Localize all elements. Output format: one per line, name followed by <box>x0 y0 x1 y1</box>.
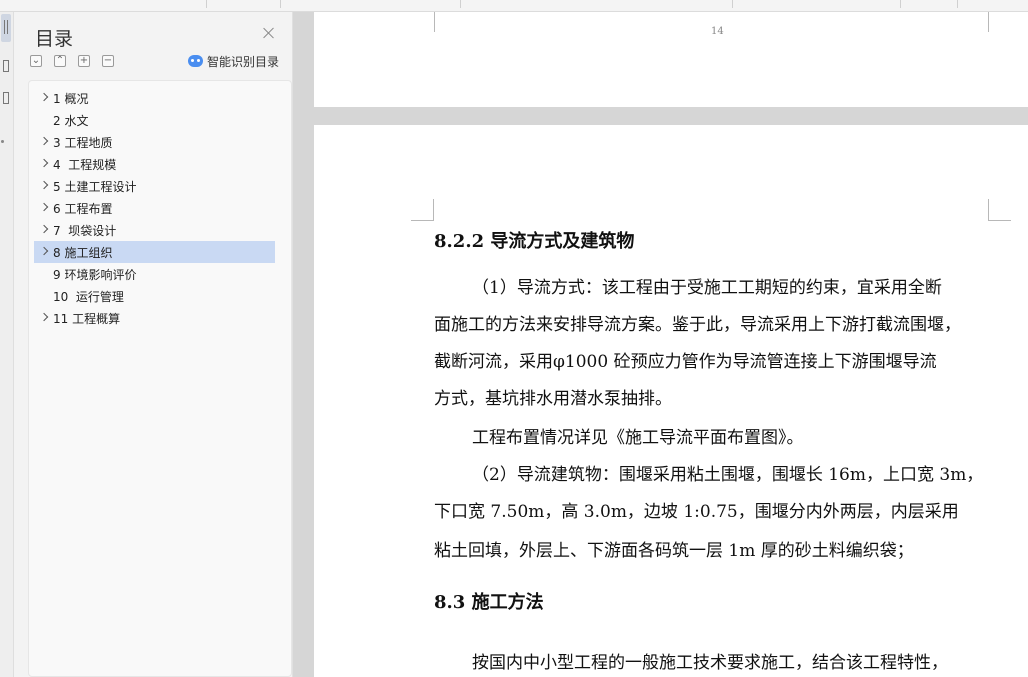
remove-level-icon: − <box>103 55 113 66</box>
toc-item-6[interactable]: 6 工程布置 <box>34 197 275 219</box>
paragraph-line: （1）导流方式：该工程由于受施工工期短的约束，宜采用全断 <box>472 278 942 298</box>
toc-item-7[interactable]: 7 坝袋设计 <box>34 219 275 241</box>
toc-item-label: 3 工程地质 <box>53 136 113 150</box>
paragraph-line: 工程布置情况详见《施工导流平面布置图》。 <box>472 428 804 448</box>
toc-item-label: 1 概况 <box>53 92 89 106</box>
toc-item-label: 8 施工组织 <box>53 246 113 260</box>
section-heading: 8.3 施工方法 <box>434 592 544 613</box>
toc-item-label: 9 环境影响评价 <box>53 268 137 282</box>
toc-item-label: 4 工程规模 <box>53 158 117 172</box>
toc-item-2[interactable]: 2 水文 <box>34 109 275 131</box>
toc-item-label: 5 土建工程设计 <box>53 180 137 194</box>
expand-all-icon: ⌃ <box>55 55 65 66</box>
ruler-tick <box>900 0 901 8</box>
toc-view-button[interactable] <box>1 14 11 42</box>
chevron-right-icon[interactable] <box>40 158 50 170</box>
left-tool-rail <box>0 12 14 677</box>
page-number: 14 <box>711 26 724 37</box>
paragraph-line: 方式，基坑排水用潜水泵抽排。 <box>434 389 672 409</box>
margin-corner-mark <box>411 199 434 221</box>
toc-item-8[interactable]: 8 施工组织 <box>34 241 275 263</box>
page-view-button[interactable] <box>1 86 11 114</box>
toc-item-5[interactable]: 5 土建工程设计 <box>34 175 275 197</box>
margin-mark <box>434 12 435 32</box>
add-level-icon: + <box>79 55 89 66</box>
toc-title: 目录 <box>35 28 74 50</box>
paragraph-line: 面施工的方法来安排导流方案。鉴于此，导流采用上下游打截流围堰， <box>434 315 961 335</box>
toc-item-4[interactable]: 4 工程规模 <box>34 153 275 175</box>
toc-item-11[interactable]: 11 工程概算 <box>34 307 275 329</box>
toc-item-10[interactable]: 10 运行管理 <box>34 285 275 307</box>
toc-panel: 目录 ⌄ ⌃ + − 智能识别目录 1 概况 2 水文 3 工程地质 4 工程规… <box>14 12 293 677</box>
add-level-button[interactable]: + <box>78 55 90 67</box>
toc-item-label: 11 工程概算 <box>53 312 121 326</box>
section-heading: 8.2.2 导流方式及建筑物 <box>434 231 635 252</box>
current-page[interactable]: 8.2.2 导流方式及建筑物 （1）导流方式：该工程由于受施工工期短的约束，宜采… <box>314 125 1028 677</box>
more-icon[interactable] <box>1 140 4 143</box>
top-ruler-strip <box>0 0 1028 12</box>
remove-level-button[interactable]: − <box>102 55 114 67</box>
ruler-tick <box>460 0 461 8</box>
chevron-right-icon[interactable] <box>40 312 50 324</box>
ai-icon <box>188 55 203 67</box>
ruler-tick <box>280 0 281 8</box>
toc-item-label: 6 工程布置 <box>53 202 113 216</box>
toc-item-9[interactable]: 9 环境影响评价 <box>34 263 275 285</box>
chevron-right-icon[interactable] <box>40 246 50 258</box>
bookmark-view-button[interactable] <box>1 54 11 82</box>
paragraph-line: 粘土回填，外层上、下游面各码筑一层 1m 厚的砂土料编织袋； <box>434 541 914 561</box>
expand-all-button[interactable]: ⌃ <box>54 55 66 67</box>
list-icon <box>4 20 8 34</box>
ruler-tick <box>957 0 958 8</box>
smart-toc-label: 智能识别目录 <box>207 54 280 69</box>
ruler-tick <box>206 0 207 8</box>
bookmark-icon <box>3 60 9 72</box>
document-area[interactable]: 14 8.2.2 导流方式及建筑物 （1）导流方式：该工程由于受施工工期短的约束… <box>293 12 1028 677</box>
ruler-tick <box>732 0 733 8</box>
paragraph-line: （2）导流建筑物：围堰采用粘土围堰，围堰长 16m，上口宽 3m， <box>472 465 984 485</box>
toc-item-1[interactable]: 1 概况 <box>34 87 275 109</box>
chevron-right-icon[interactable] <box>40 202 50 214</box>
toc-item-label: 2 水文 <box>53 114 89 128</box>
paragraph-line: 下口宽 7.50m，高 3.0m，边坡 1:0.75，围堰分内外两层，内层采用 <box>434 502 959 522</box>
toc-list: 1 概况 2 水文 3 工程地质 4 工程规模 5 土建工程设计 6 工程布置 … <box>28 80 292 677</box>
toc-item-label: 10 运行管理 <box>53 290 124 304</box>
close-icon[interactable] <box>262 26 276 40</box>
paragraph-line: 按国内中小型工程的一般施工技术要求施工，结合该工程特性， <box>472 653 948 673</box>
toc-item-label: 7 坝袋设计 <box>53 224 117 238</box>
collapse-all-icon: ⌄ <box>31 55 41 66</box>
paragraph-line: 截断河流，采用φ1000 砼预应力管作为导流管连接上下游围堰导流 <box>434 352 937 372</box>
margin-corner-mark <box>988 199 1011 221</box>
toc-item-3[interactable]: 3 工程地质 <box>34 131 275 153</box>
chevron-right-icon[interactable] <box>40 180 50 192</box>
smart-toc-button[interactable]: 智能识别目录 <box>188 52 279 70</box>
margin-mark <box>988 12 989 32</box>
chevron-right-icon[interactable] <box>40 224 50 236</box>
chevron-right-icon[interactable] <box>40 92 50 104</box>
collapse-all-button[interactable]: ⌄ <box>30 55 42 67</box>
page-icon <box>3 92 9 104</box>
chevron-right-icon[interactable] <box>40 136 50 148</box>
previous-page[interactable]: 14 <box>314 12 1028 107</box>
